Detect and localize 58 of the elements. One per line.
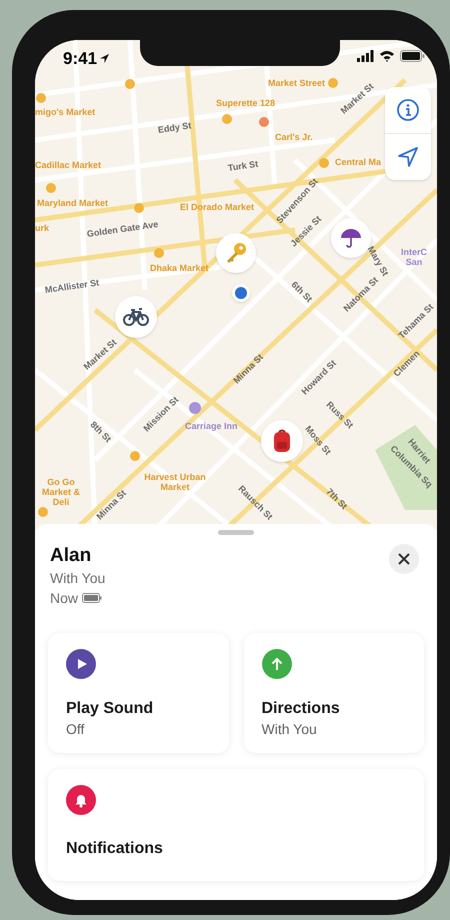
hotel-marker-icon <box>189 402 201 414</box>
close-button[interactable] <box>389 544 419 574</box>
battery-icon <box>400 50 425 62</box>
place-label: Go Go Market & Deli <box>40 477 81 507</box>
info-icon <box>396 98 420 122</box>
shop-marker-icon <box>130 451 140 461</box>
place-label: El Dorado Market <box>180 202 254 212</box>
place-label: Central Ma <box>335 157 382 167</box>
item-name: Alan <box>50 544 92 568</box>
action-title: Notifications <box>66 839 163 859</box>
wifi-icon <box>379 50 395 62</box>
place-label: Maryland Market <box>37 198 108 208</box>
location-arrow-icon <box>397 146 419 168</box>
umbrella-icon <box>339 226 363 250</box>
cellular-signal-icon <box>357 50 374 62</box>
action-card[interactable]: Play Sound Off <box>48 633 228 753</box>
map-pin[interactable] <box>261 420 303 462</box>
place-label: Superette 128 <box>216 98 276 108</box>
place-label: urk <box>35 223 50 233</box>
last-seen-time: Now <box>50 589 78 608</box>
battery-icon <box>82 593 102 603</box>
street-label: 7th St <box>324 486 350 512</box>
shop-marker-icon <box>328 78 338 88</box>
shop-marker-icon <box>46 183 56 193</box>
action-subtitle: With You <box>262 720 317 739</box>
action-card[interactable]: Directions With You <box>244 633 424 753</box>
shop-marker-icon <box>38 507 48 517</box>
street-label: 6th St <box>289 279 314 304</box>
item-status: With You <box>50 569 106 588</box>
close-icon <box>398 553 410 565</box>
place-label: Harvest Urban Market <box>143 472 207 492</box>
place-label: Carl's Jr. <box>275 132 313 142</box>
shop-marker-icon <box>125 79 135 89</box>
street-label: Eddy St <box>157 120 192 135</box>
place-label: Dhaka Market <box>150 263 209 273</box>
status-time: 9:41 <box>63 48 98 70</box>
shop-marker-icon <box>36 93 46 103</box>
map-pin[interactable] <box>115 296 157 338</box>
shop-marker-icon <box>222 114 232 124</box>
action-title: Play Sound <box>66 699 154 719</box>
backpack-icon <box>272 429 292 453</box>
action-title: Directions <box>262 699 340 719</box>
shop-marker-icon <box>134 203 144 213</box>
location-arrow-icon <box>99 53 110 64</box>
shop-marker-icon <box>154 248 164 258</box>
place-label: InterC San <box>400 247 428 267</box>
place-label: Market Street <box>268 78 326 88</box>
bicycle-icon <box>123 308 149 326</box>
restaurant-marker-icon <box>259 117 269 127</box>
street-label: McAllister St <box>44 277 100 295</box>
street-label: 8th St <box>88 419 114 444</box>
place-label: Cadillac Market <box>35 160 102 170</box>
street-label: Golden Gate Ave <box>86 219 159 239</box>
street-label: Turk St <box>227 158 259 173</box>
place-label: migo's Market <box>35 107 96 117</box>
action-card[interactable]: Notifications <box>48 769 424 881</box>
action-subtitle: Off <box>66 720 84 739</box>
shop-marker-icon <box>319 158 329 168</box>
